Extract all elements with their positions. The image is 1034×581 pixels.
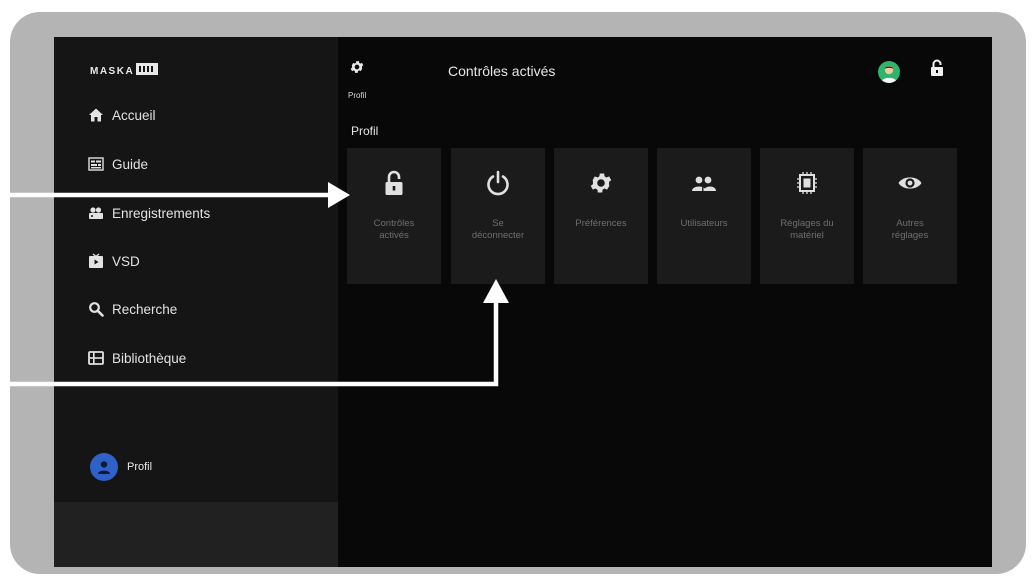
sidebar-item-label: Recherche	[112, 301, 178, 317]
vsd-icon	[88, 253, 104, 269]
section-title: Profil	[351, 124, 379, 138]
sidebar: MASKA Accueil Guide Enregistrements VSD …	[54, 37, 338, 567]
tile-controles-actives[interactable]: Contrôles activés	[347, 148, 441, 284]
search-icon	[88, 301, 104, 317]
face-icon	[881, 65, 897, 83]
tile-label: Utilisateurs	[680, 218, 728, 229]
avatar	[90, 453, 118, 481]
sidebar-profile[interactable]: Profil	[90, 453, 152, 481]
guide-icon	[88, 156, 104, 172]
user-avatar[interactable]	[878, 61, 900, 83]
sidebar-footer	[54, 502, 338, 567]
chip-icon	[760, 170, 854, 198]
home-icon	[88, 107, 104, 123]
sidebar-profile-label: Profil	[127, 461, 153, 473]
sidebar-item-label: Accueil	[112, 107, 156, 123]
tile-utilisateurs[interactable]: Utilisateurs	[657, 148, 751, 284]
tile-label: Préférences	[575, 218, 627, 229]
users-icon	[657, 170, 751, 198]
power-icon	[451, 170, 545, 198]
sidebar-item-label: Bibliothèque	[112, 350, 187, 366]
gear-label: Profil	[348, 91, 367, 100]
sidebar-item-vsd[interactable]: VSD	[88, 250, 140, 272]
brand-logo: MASKA	[90, 63, 159, 77]
brand-logo-text: MASKA	[90, 65, 135, 77]
tile-label: Contrôles activés	[373, 218, 415, 241]
sidebar-item-recherche[interactable]: Recherche	[88, 298, 177, 320]
lock-icon	[347, 170, 441, 198]
user-icon	[98, 461, 110, 474]
sidebar-item-enregistrements[interactable]: Enregistrements	[88, 202, 210, 224]
gear-icon	[554, 170, 648, 198]
sidebar-item-label: VSD	[112, 253, 140, 269]
sidebar-item-bibliotheque[interactable]: Bibliothèque	[88, 347, 186, 369]
tv-screen: MASKA Accueil Guide Enregistrements VSD …	[54, 37, 992, 567]
sidebar-item-label: Guide	[112, 156, 149, 172]
tile-autres-reglages[interactable]: Autres réglages	[863, 148, 957, 284]
tile-label: Réglages du matériel	[780, 218, 834, 241]
tile-preferences[interactable]: Préférences	[554, 148, 648, 284]
recordings-icon	[88, 205, 104, 221]
library-icon	[88, 350, 104, 366]
sidebar-item-accueil[interactable]: Accueil	[88, 104, 156, 126]
brand-logo-mark	[136, 63, 159, 75]
page-title: Contrôles activés	[448, 63, 556, 79]
sidebar-item-guide[interactable]: Guide	[88, 153, 148, 175]
tile-reglages-materiel[interactable]: Réglages du matériel	[760, 148, 854, 284]
eye-icon	[863, 170, 957, 198]
tile-label: Autres réglages	[891, 218, 929, 241]
gear-icon	[350, 61, 364, 73]
lock-button[interactable]	[930, 59, 944, 82]
tile-se-deconnecter[interactable]: Se déconnecter	[451, 148, 545, 284]
lock-icon	[931, 59, 943, 76]
profile-gear-button[interactable]	[349, 59, 365, 80]
tile-label: Se déconnecter	[471, 218, 525, 241]
sidebar-item-label: Enregistrements	[112, 205, 211, 221]
